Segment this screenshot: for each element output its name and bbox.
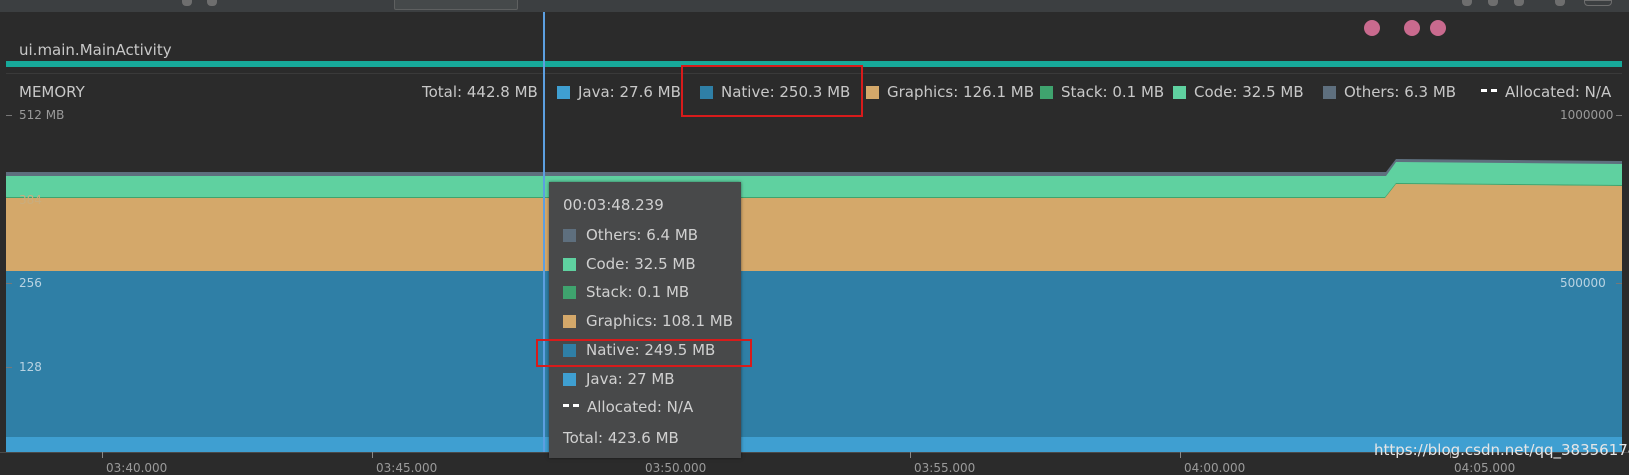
others-swatch-icon — [1323, 85, 1336, 99]
allocated-dash-icon — [563, 403, 579, 411]
time-label: 04:00.000 — [1184, 461, 1246, 475]
right-axis-max-label: 1000000 — [1560, 108, 1614, 122]
timeline-cursor[interactable] — [543, 12, 545, 452]
legend-java: Java: 27.6 MB — [557, 83, 681, 101]
axis-tick — [1616, 115, 1622, 116]
time-label: 03:55.000 — [914, 461, 976, 475]
memory-tooltip: 00:03:48.239 Others: 6.4 MB Code: 32.5 M… — [549, 182, 741, 458]
tooltip-time: 00:03:48.239 — [563, 196, 664, 214]
stack-swatch-icon — [1040, 85, 1053, 99]
time-tick — [1180, 452, 1181, 458]
watermark: https://blog.csdn.net/qq_38356174 — [1374, 441, 1629, 459]
y-axis-label-128: 128 — [19, 360, 42, 374]
time-label: 03:50.000 — [645, 461, 707, 475]
axis-tick — [6, 115, 12, 116]
native-area — [6, 271, 1622, 437]
tooltip-row-stack: Stack: 0.1 MB — [563, 283, 689, 301]
others-area — [6, 159, 1622, 178]
tooltip-row-java: Java: 27 MB — [563, 370, 675, 388]
code-swatch-icon — [1173, 85, 1186, 99]
time-label: 03:45.000 — [376, 461, 438, 475]
legend-graphics: Graphics: 126.1 MB — [866, 83, 1034, 101]
y-axis-max-label: 512 MB — [19, 108, 65, 122]
tooltip-row-code: Code: 32.5 MB — [563, 255, 696, 273]
legend-code: Code: 32.5 MB — [1173, 83, 1304, 101]
legend-stack: Stack: 0.1 MB — [1040, 83, 1164, 101]
graphics-swatch-icon — [866, 85, 879, 99]
legend-others: Others: 6.3 MB — [1323, 83, 1456, 101]
y-axis-label-384: 384 — [19, 193, 42, 207]
code-area — [6, 162, 1622, 199]
y-axis-label-256: 256 — [19, 276, 42, 290]
time-label: 04:05.000 — [1454, 461, 1516, 475]
stack-swatch-icon — [563, 285, 576, 299]
code-swatch-icon — [563, 257, 576, 271]
legend-allocated: Allocated: N/A — [1481, 83, 1611, 101]
tooltip-total: Total: 423.6 MB — [563, 429, 679, 447]
time-label: 03:40.000 — [106, 461, 168, 475]
time-tick — [910, 452, 911, 458]
legend-total: Total: 442.8 MB — [422, 83, 538, 101]
native-row-highlight — [536, 339, 752, 367]
memory-title: MEMORY — [19, 83, 85, 101]
native-legend-highlight — [681, 65, 863, 117]
time-tick — [102, 452, 103, 458]
right-axis-mid-label: 500000 — [1560, 276, 1606, 290]
tooltip-row-others: Others: 6.4 MB — [563, 226, 698, 244]
axis-tick — [1616, 283, 1622, 284]
axis-tick — [6, 367, 12, 368]
others-swatch-icon — [563, 228, 576, 242]
graphics-swatch-icon — [563, 314, 576, 328]
time-tick — [372, 452, 373, 458]
tooltip-row-allocated: Allocated: N/A — [563, 398, 693, 416]
java-swatch-icon — [563, 372, 576, 386]
tooltip-row-graphics: Graphics: 108.1 MB — [563, 312, 733, 330]
java-swatch-icon — [557, 85, 570, 99]
axis-tick — [6, 283, 12, 284]
allocated-dash-icon — [1481, 88, 1497, 96]
